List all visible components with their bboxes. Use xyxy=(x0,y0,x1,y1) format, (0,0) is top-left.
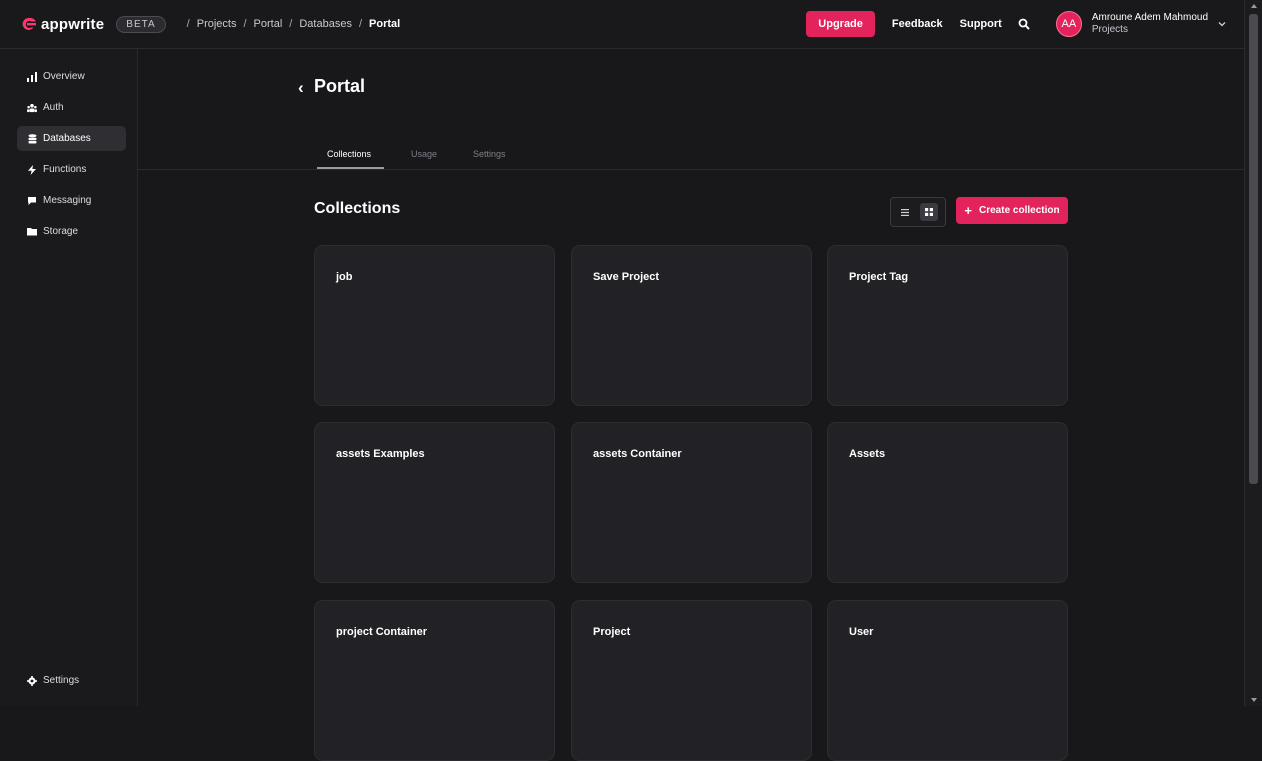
user-name: Amroune Adem Mahmoud xyxy=(1091,12,1208,23)
collection-card[interactable]: job xyxy=(314,245,555,406)
scroll-up-arrow-icon[interactable] xyxy=(1251,4,1257,8)
plus-icon: + xyxy=(964,203,972,218)
search-icon[interactable] xyxy=(1018,18,1030,30)
sidebar-item-label: Messaging xyxy=(43,195,92,206)
back-chevron-icon[interactable]: ‹ xyxy=(298,78,304,98)
sidebar-item-auth[interactable]: Auth xyxy=(17,95,126,120)
collection-name: project Container xyxy=(336,626,428,638)
database-icon xyxy=(27,133,37,144)
beta-badge: BETA xyxy=(116,15,166,33)
tab-settings[interactable]: Settings xyxy=(473,149,506,159)
collection-card[interactable]: assets Container xyxy=(571,422,812,583)
feedback-button[interactable]: Feedback xyxy=(892,18,943,30)
collection-name: assets Container xyxy=(593,448,682,460)
breadcrumb: / Projects / Portal / Databases / Portal xyxy=(186,18,401,30)
view-toggle xyxy=(890,197,946,227)
page-header: ‹ Portal Collections Usage Settings xyxy=(138,49,1244,170)
create-collection-button[interactable]: + Create collection xyxy=(956,197,1068,224)
collection-card[interactable]: assets Examples xyxy=(314,422,555,583)
message-icon xyxy=(27,196,37,206)
collection-name: Project xyxy=(593,626,631,638)
upgrade-button[interactable]: Upgrade xyxy=(806,11,875,37)
lightning-icon xyxy=(27,164,37,175)
bar-chart-icon xyxy=(27,71,37,82)
sidebar-item-databases[interactable]: Databases xyxy=(17,126,126,151)
gear-icon xyxy=(27,675,37,686)
collection-name: job xyxy=(336,271,353,283)
create-collection-label: Create collection xyxy=(979,205,1060,216)
collection-card[interactable]: Assets xyxy=(827,422,1068,583)
users-icon xyxy=(27,103,37,113)
sidebar-item-label: Databases xyxy=(43,133,91,144)
page-scrollbar[interactable] xyxy=(1244,0,1262,706)
breadcrumb-projects[interactable]: Projects xyxy=(197,18,237,30)
sidebar: Overview Auth Databases Functions Messag… xyxy=(0,49,138,706)
header-actions: Upgrade Feedback Support AA Amroune Adem… xyxy=(806,0,1226,48)
brand-name: appwrite xyxy=(41,15,105,33)
collection-card[interactable]: Save Project xyxy=(571,245,812,406)
avatar[interactable]: AA xyxy=(1055,11,1082,37)
collection-name: Save Project xyxy=(593,271,660,283)
sidebar-item-settings[interactable]: Settings xyxy=(17,668,126,693)
collection-name: Project Tag xyxy=(849,271,909,283)
sidebar-item-label: Overview xyxy=(43,71,85,82)
sidebar-item-overview[interactable]: Overview xyxy=(17,64,126,89)
collection-name: assets Examples xyxy=(336,448,425,460)
appwrite-logo-icon xyxy=(22,17,36,30)
grid-view-button[interactable] xyxy=(920,203,938,221)
active-tab-indicator xyxy=(317,167,384,169)
page-title: Portal xyxy=(314,76,366,96)
top-bar: appwrite BETA / Projects / Portal / Data… xyxy=(0,0,1244,49)
sidebar-item-label: Functions xyxy=(43,164,87,175)
tab-usage[interactable]: Usage xyxy=(411,149,437,159)
collection-card[interactable]: User xyxy=(827,600,1068,761)
grid-icon xyxy=(925,208,933,216)
user-menu[interactable]: Amroune Adem Mahmoud Projects xyxy=(1092,12,1208,36)
collection-name: User xyxy=(849,626,874,638)
list-icon xyxy=(901,208,909,216)
sidebar-item-messaging[interactable]: Messaging xyxy=(17,188,126,213)
breadcrumb-current: Portal xyxy=(369,18,401,30)
scroll-down-arrow-icon[interactable] xyxy=(1251,698,1257,702)
collection-card[interactable]: Project Tag xyxy=(827,245,1068,406)
brand[interactable]: appwrite BETA xyxy=(20,15,166,33)
tab-collections[interactable]: Collections xyxy=(327,149,371,159)
user-organization: Projects xyxy=(1091,24,1128,35)
chevron-down-icon[interactable] xyxy=(1218,21,1226,27)
collection-name: Assets xyxy=(849,448,886,460)
collection-card[interactable]: project Container xyxy=(314,600,555,761)
list-view-button[interactable] xyxy=(896,203,914,221)
main-content: ‹ Portal Collections Usage Settings Coll… xyxy=(138,49,1244,761)
sidebar-item-functions[interactable]: Functions xyxy=(17,157,126,182)
folder-icon xyxy=(27,227,37,237)
sidebar-item-label: Auth xyxy=(43,102,64,113)
section-title: Collections xyxy=(314,200,401,217)
sidebar-item-label: Settings xyxy=(43,675,80,686)
breadcrumb-project[interactable]: Portal xyxy=(254,18,283,30)
sidebar-item-storage[interactable]: Storage xyxy=(17,219,126,244)
collection-card[interactable]: Project xyxy=(571,600,812,761)
sidebar-item-label: Storage xyxy=(43,226,79,237)
breadcrumb-databases[interactable]: Databases xyxy=(299,18,352,30)
support-button[interactable]: Support xyxy=(960,18,1002,30)
scrollbar-thumb[interactable] xyxy=(1249,14,1258,484)
